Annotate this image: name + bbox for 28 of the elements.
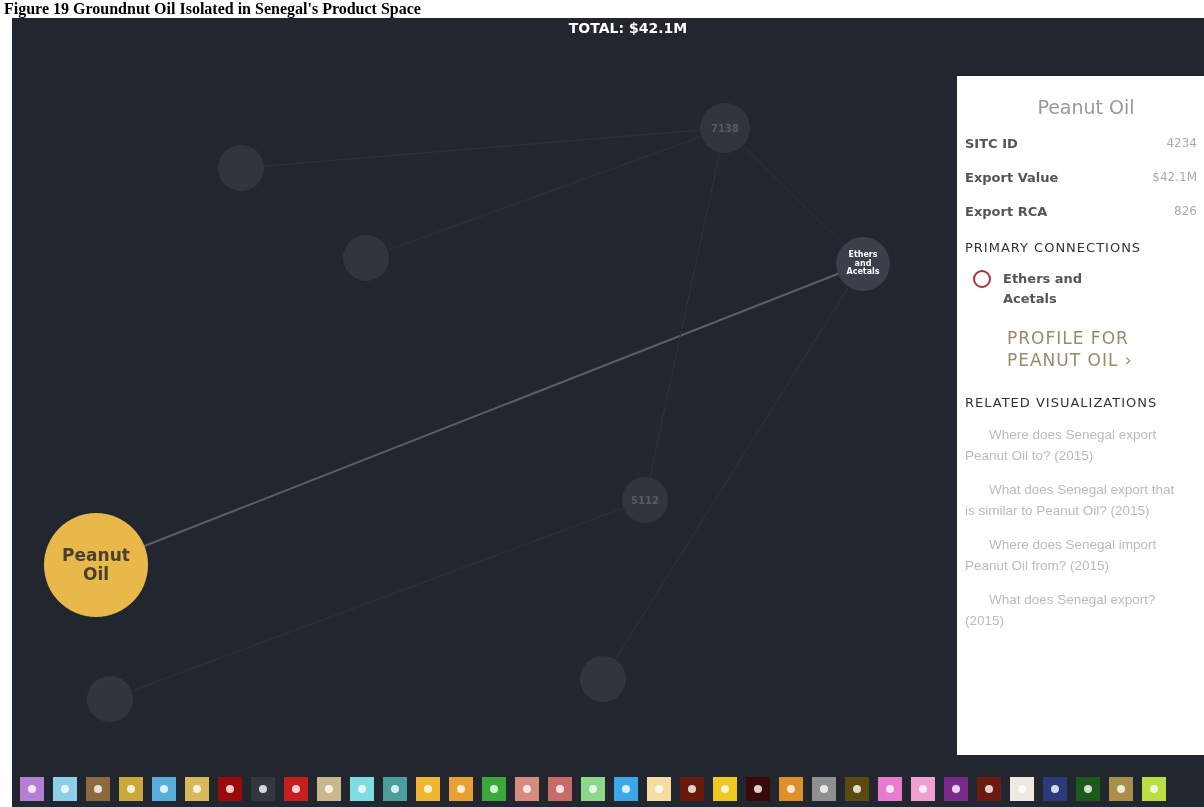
related-link[interactable]: Where does Senegal import Peanut Oil from? (2015) [965, 534, 1204, 576]
category-icon[interactable] [977, 777, 1001, 801]
stat-value: 826 [1174, 204, 1197, 219]
category-icon[interactable] [218, 777, 242, 801]
connection-link[interactable]: Ethers and Acetals [1003, 269, 1103, 309]
stat-label: Export Value [965, 170, 1059, 185]
section-heading: PRIMARY CONNECTIONS [965, 240, 1143, 255]
category-icon[interactable] [680, 777, 704, 801]
category-icon[interactable] [845, 777, 869, 801]
stat-label: SITC ID [965, 136, 1018, 151]
stat-label: Export RCA [965, 204, 1048, 219]
profile-link[interactable]: PROFILE FOR PEANUT OIL › [1007, 327, 1187, 371]
figure-caption: Figure 19 Groundnut Oil Isolated in Senegal's Product Space [3, 0, 422, 18]
stat-value: $42.1M [1152, 170, 1197, 185]
related-link[interactable]: Where does Senegal export Peanut Oil to? (2015) [965, 424, 1204, 466]
category-icon[interactable] [746, 777, 770, 801]
section-heading: RELATED VISUALIZATIONS [965, 395, 1159, 410]
category-icon[interactable] [1076, 777, 1100, 801]
product-node[interactable]: Ethers and Acetals [836, 237, 890, 291]
category-icon[interactable] [251, 777, 275, 801]
category-icon[interactable] [1043, 777, 1067, 801]
product-node[interactable]: Peanut Oil [44, 513, 148, 617]
product-title: Peanut Oil [1036, 96, 1136, 118]
related-link[interactable]: What does Senegal export that is similar to Peanut Oil? (2015) [965, 479, 1204, 521]
stat-value: 4234 [1166, 136, 1197, 151]
total-value: TOTAL: $42.1M [568, 19, 688, 36]
category-icon[interactable] [944, 777, 968, 801]
related-link[interactable]: What does Senegal export? (2015) [965, 589, 1204, 631]
